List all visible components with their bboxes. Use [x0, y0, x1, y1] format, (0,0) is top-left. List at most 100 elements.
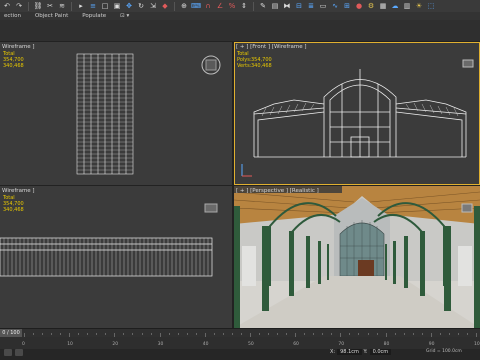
render-setup-icon[interactable]: ⚙: [366, 2, 376, 11]
window-crossing-icon[interactable]: ▣: [112, 2, 122, 11]
lock-selection-icon[interactable]: [15, 349, 23, 356]
snap-icon[interactable]: ∩: [203, 2, 213, 11]
track-tick: [105, 333, 107, 335]
tab-selection[interactable]: ection: [0, 13, 31, 19]
select-by-name-icon[interactable]: ≡: [88, 2, 98, 11]
top-view-wireframe: [76, 53, 221, 175]
schematic-icon[interactable]: ⊞: [342, 2, 352, 11]
status-panel: 0 / 100 0 10 20 30 40 50 60 70 80 90 100: [0, 328, 480, 360]
place-icon[interactable]: ◆: [160, 2, 170, 11]
track-tick: [231, 333, 233, 335]
track-tick-label: 80: [383, 342, 390, 347]
track-tick: [123, 333, 125, 335]
viewcube: [462, 59, 474, 68]
y-label: Y:: [363, 349, 368, 355]
viewport-divider[interactable]: [232, 42, 234, 328]
cloud-render-icon[interactable]: ⬚: [426, 2, 436, 11]
track-tick: [340, 333, 342, 337]
track-tick: [268, 333, 270, 335]
track-tick: [250, 333, 251, 337]
track-tick: [159, 333, 161, 337]
curve-editor-icon[interactable]: ∿: [330, 2, 340, 11]
ribbon-toggle-icon[interactable]: ▭: [318, 2, 328, 11]
spinner-snap-icon[interactable]: ⇕: [239, 2, 249, 11]
edit-named-selection-icon[interactable]: ✎: [258, 2, 268, 11]
track-tick: [349, 333, 351, 335]
redo-icon[interactable]: ↷: [14, 2, 24, 11]
bind-icon[interactable]: ≋: [57, 2, 67, 11]
frame-indicator[interactable]: 0 / 100: [0, 329, 22, 337]
track-tick: [403, 333, 405, 335]
viewport-left[interactable]: Wireframe ] Total 354,700 340,468: [0, 186, 232, 328]
track-tick: [78, 333, 80, 335]
track-tick: [195, 333, 197, 335]
viewport-divider[interactable]: [0, 185, 480, 186]
pivot-icon[interactable]: ⊕: [179, 2, 189, 11]
track-tick: [33, 333, 35, 335]
toolbar-separator: [253, 1, 254, 11]
tab-populate[interactable]: Populate: [78, 13, 116, 19]
undo-icon[interactable]: ↶: [2, 2, 12, 11]
track-tick: [60, 333, 62, 335]
track-tick: [240, 333, 242, 335]
track-tick: [114, 333, 116, 337]
track-tick: [168, 333, 170, 335]
x-value[interactable]: 98.1cm: [337, 349, 362, 355]
track-bar[interactable]: 0 10 20 30 40 50 60 70 80 90 100: [22, 333, 480, 347]
maxscript-icon[interactable]: [4, 349, 12, 356]
front-view-wireframe: [241, 59, 474, 177]
angle-snap-icon[interactable]: ∠: [215, 2, 225, 11]
grid-size: Grid = 100.0cm: [426, 349, 462, 354]
track-tick: [295, 333, 297, 337]
track-tick-label: 60: [293, 342, 299, 347]
ribbon-panel: [0, 20, 480, 42]
y-value[interactable]: 0.0cm: [369, 349, 392, 355]
ribbon-options-icon[interactable]: ⊡ ▾: [116, 13, 139, 19]
track-tick: [439, 333, 441, 335]
align-icon[interactable]: ⊟: [294, 2, 304, 11]
keyboard-shortcut-icon[interactable]: ⌨: [191, 2, 201, 11]
viewport-top[interactable]: Wireframe ] Total 354,700 340,468: [0, 42, 232, 185]
track-tick: [51, 333, 53, 335]
track-tick: [204, 333, 206, 337]
track-tick: [42, 333, 44, 335]
toolbar-separator: [71, 1, 72, 11]
track-tick: [141, 333, 143, 335]
layer-icon[interactable]: ≣: [306, 2, 316, 11]
track-tick-label: 20: [112, 342, 119, 347]
tab-object-paint[interactable]: Object Paint: [31, 13, 78, 19]
viewport-front[interactable]: [ + ] [Front ] [Wireframe ] Total Polys:…: [234, 42, 480, 185]
track-tick: [457, 333, 459, 335]
viewcube: [204, 203, 218, 213]
toolbar-icons: ↶ ↷ ⛓ ✂ ≋ ▸ ≡ □ ▣ ✥ ↻ ⇲ ◆ ⊕ ⌨ ∩ ∠ % ⇕ ✎ …: [0, 0, 436, 12]
percent-snap-icon[interactable]: %: [227, 2, 237, 11]
viewcube: [461, 203, 473, 213]
track-tick-label: 10: [67, 342, 73, 347]
track-tick: [150, 333, 152, 335]
viewport-perspective[interactable]: [ + ] [Perspective ] [Realistic ]: [234, 186, 480, 328]
unlink-icon[interactable]: ✂: [45, 2, 55, 11]
rotate-icon[interactable]: ↻: [136, 2, 146, 11]
status-icons: [4, 349, 23, 356]
perspective-render: [234, 186, 480, 328]
move-icon[interactable]: ✥: [124, 2, 134, 11]
rect-select-icon[interactable]: □: [100, 2, 110, 11]
material-editor-icon[interactable]: ●: [354, 2, 364, 11]
track-tick-label: 90: [428, 342, 435, 347]
render-production-icon[interactable]: ▥: [402, 2, 412, 11]
track-tick: [448, 333, 450, 335]
main-toolbar: ↶ ↷ ⛓ ✂ ≋ ▸ ≡ □ ▣ ✥ ↻ ⇲ ◆ ⊕ ⌨ ∩ ∠ % ⇕ ✎ …: [0, 0, 480, 20]
render-active-icon[interactable]: ☀: [414, 2, 424, 11]
track-tick: [132, 333, 134, 335]
viewport-label[interactable]: [ + ] [Perspective ] [Realistic ]: [236, 188, 319, 194]
named-selection-dropdown[interactable]: ▤: [270, 2, 280, 11]
track-tick: [222, 333, 224, 335]
mirror-icon[interactable]: ⧓: [282, 2, 292, 11]
select-icon[interactable]: ▸: [76, 2, 86, 11]
track-tick-label: 40: [202, 342, 209, 347]
render-icon[interactable]: ☁: [390, 2, 400, 11]
link-icon[interactable]: ⛓: [33, 2, 43, 11]
render-frame-icon[interactable]: ▦: [378, 2, 388, 11]
scale-icon[interactable]: ⇲: [148, 2, 158, 11]
track-tick: [466, 333, 468, 335]
